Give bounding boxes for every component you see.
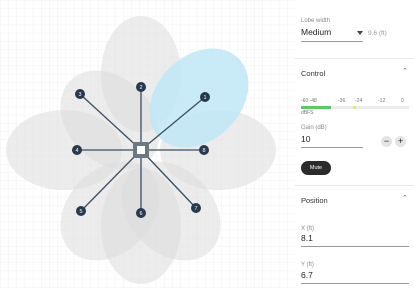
lobe-width-label: Lobe width bbox=[301, 18, 331, 24]
y-label: Y (ft) bbox=[301, 262, 314, 268]
gain-label: Gain (dB) bbox=[301, 125, 327, 131]
svg-text:1: 1 bbox=[203, 95, 206, 101]
coverage-grid: 1 2 3 4 5 6 7 8 bbox=[0, 0, 295, 288]
svg-text:6: 6 bbox=[139, 211, 142, 217]
lobe-node-1[interactable]: 1 bbox=[200, 92, 210, 102]
gain-input[interactable]: 10 bbox=[301, 133, 363, 146]
lobe-node-3[interactable]: 3 bbox=[75, 89, 85, 99]
svg-text:3: 3 bbox=[78, 92, 81, 98]
chevron-up-icon: ⌃ bbox=[402, 195, 408, 202]
meter-scale-label: -60 -48 bbox=[301, 98, 317, 104]
position-title: Position bbox=[301, 196, 328, 205]
gain-value: 10 bbox=[301, 134, 311, 144]
control-title: Control bbox=[301, 69, 326, 78]
lobe-node-4[interactable]: 4 bbox=[72, 145, 82, 155]
gain-underline bbox=[301, 147, 363, 148]
svg-text:5: 5 bbox=[79, 209, 82, 215]
svg-text:7: 7 bbox=[194, 206, 197, 212]
svg-text:4: 4 bbox=[75, 148, 78, 154]
meter-scale-label: 0 bbox=[401, 98, 404, 104]
x-input[interactable]: 8.1 bbox=[301, 233, 409, 245]
lobe-node-6[interactable]: 6 bbox=[136, 208, 146, 218]
divider bbox=[295, 185, 414, 186]
position-section-header[interactable]: Position ⌃ bbox=[295, 187, 414, 211]
lobe-width-hint: 9.6 (ft) bbox=[368, 30, 387, 37]
svg-text:2: 2 bbox=[139, 85, 142, 91]
lobe-node-5[interactable]: 5 bbox=[76, 206, 86, 216]
svg-text:8: 8 bbox=[202, 148, 205, 154]
x-label: X (ft) bbox=[301, 226, 314, 232]
lobe-node-2[interactable]: 2 bbox=[136, 82, 146, 92]
y-value: 6.7 bbox=[301, 270, 313, 280]
lobe-width-select[interactable]: Medium bbox=[301, 26, 363, 40]
meter-unit: dBFS bbox=[301, 110, 314, 116]
x-value: 8.1 bbox=[301, 233, 313, 243]
meter-scale-label: -24 bbox=[355, 98, 363, 104]
x-underline bbox=[301, 246, 409, 247]
meter-scale-label: -36 bbox=[338, 98, 346, 104]
lobe-width-underline bbox=[301, 41, 363, 42]
mute-button[interactable]: Mute bbox=[301, 161, 331, 175]
control-section-header[interactable]: Control ⌃ bbox=[295, 60, 414, 84]
chevron-up-icon: ⌃ bbox=[402, 68, 408, 75]
caret-down-icon bbox=[357, 31, 363, 35]
lobe-node-8[interactable]: 8 bbox=[199, 145, 209, 155]
y-input[interactable]: 6.7 bbox=[301, 270, 409, 282]
gain-decrease-button[interactable]: − bbox=[381, 136, 392, 147]
meter-scale-label: -12 bbox=[378, 98, 386, 104]
meter-peak-yellow bbox=[353, 106, 356, 109]
divider bbox=[295, 58, 414, 59]
level-meter: -60 -48 -36 -24 -12 0 dBFS bbox=[301, 98, 409, 120]
coverage-canvas[interactable]: 1 2 3 4 5 6 7 8 bbox=[0, 0, 295, 288]
lobe-node-7[interactable]: 7 bbox=[191, 203, 201, 213]
lobe-width-value: Medium bbox=[301, 27, 332, 37]
y-underline bbox=[301, 283, 409, 284]
meter-level-green bbox=[301, 106, 331, 109]
array-center-square bbox=[137, 146, 145, 154]
gain-increase-button[interactable]: + bbox=[395, 136, 406, 147]
properties-panel: Lobe width Medium 9.6 (ft) Control ⌃ -60… bbox=[295, 0, 414, 288]
